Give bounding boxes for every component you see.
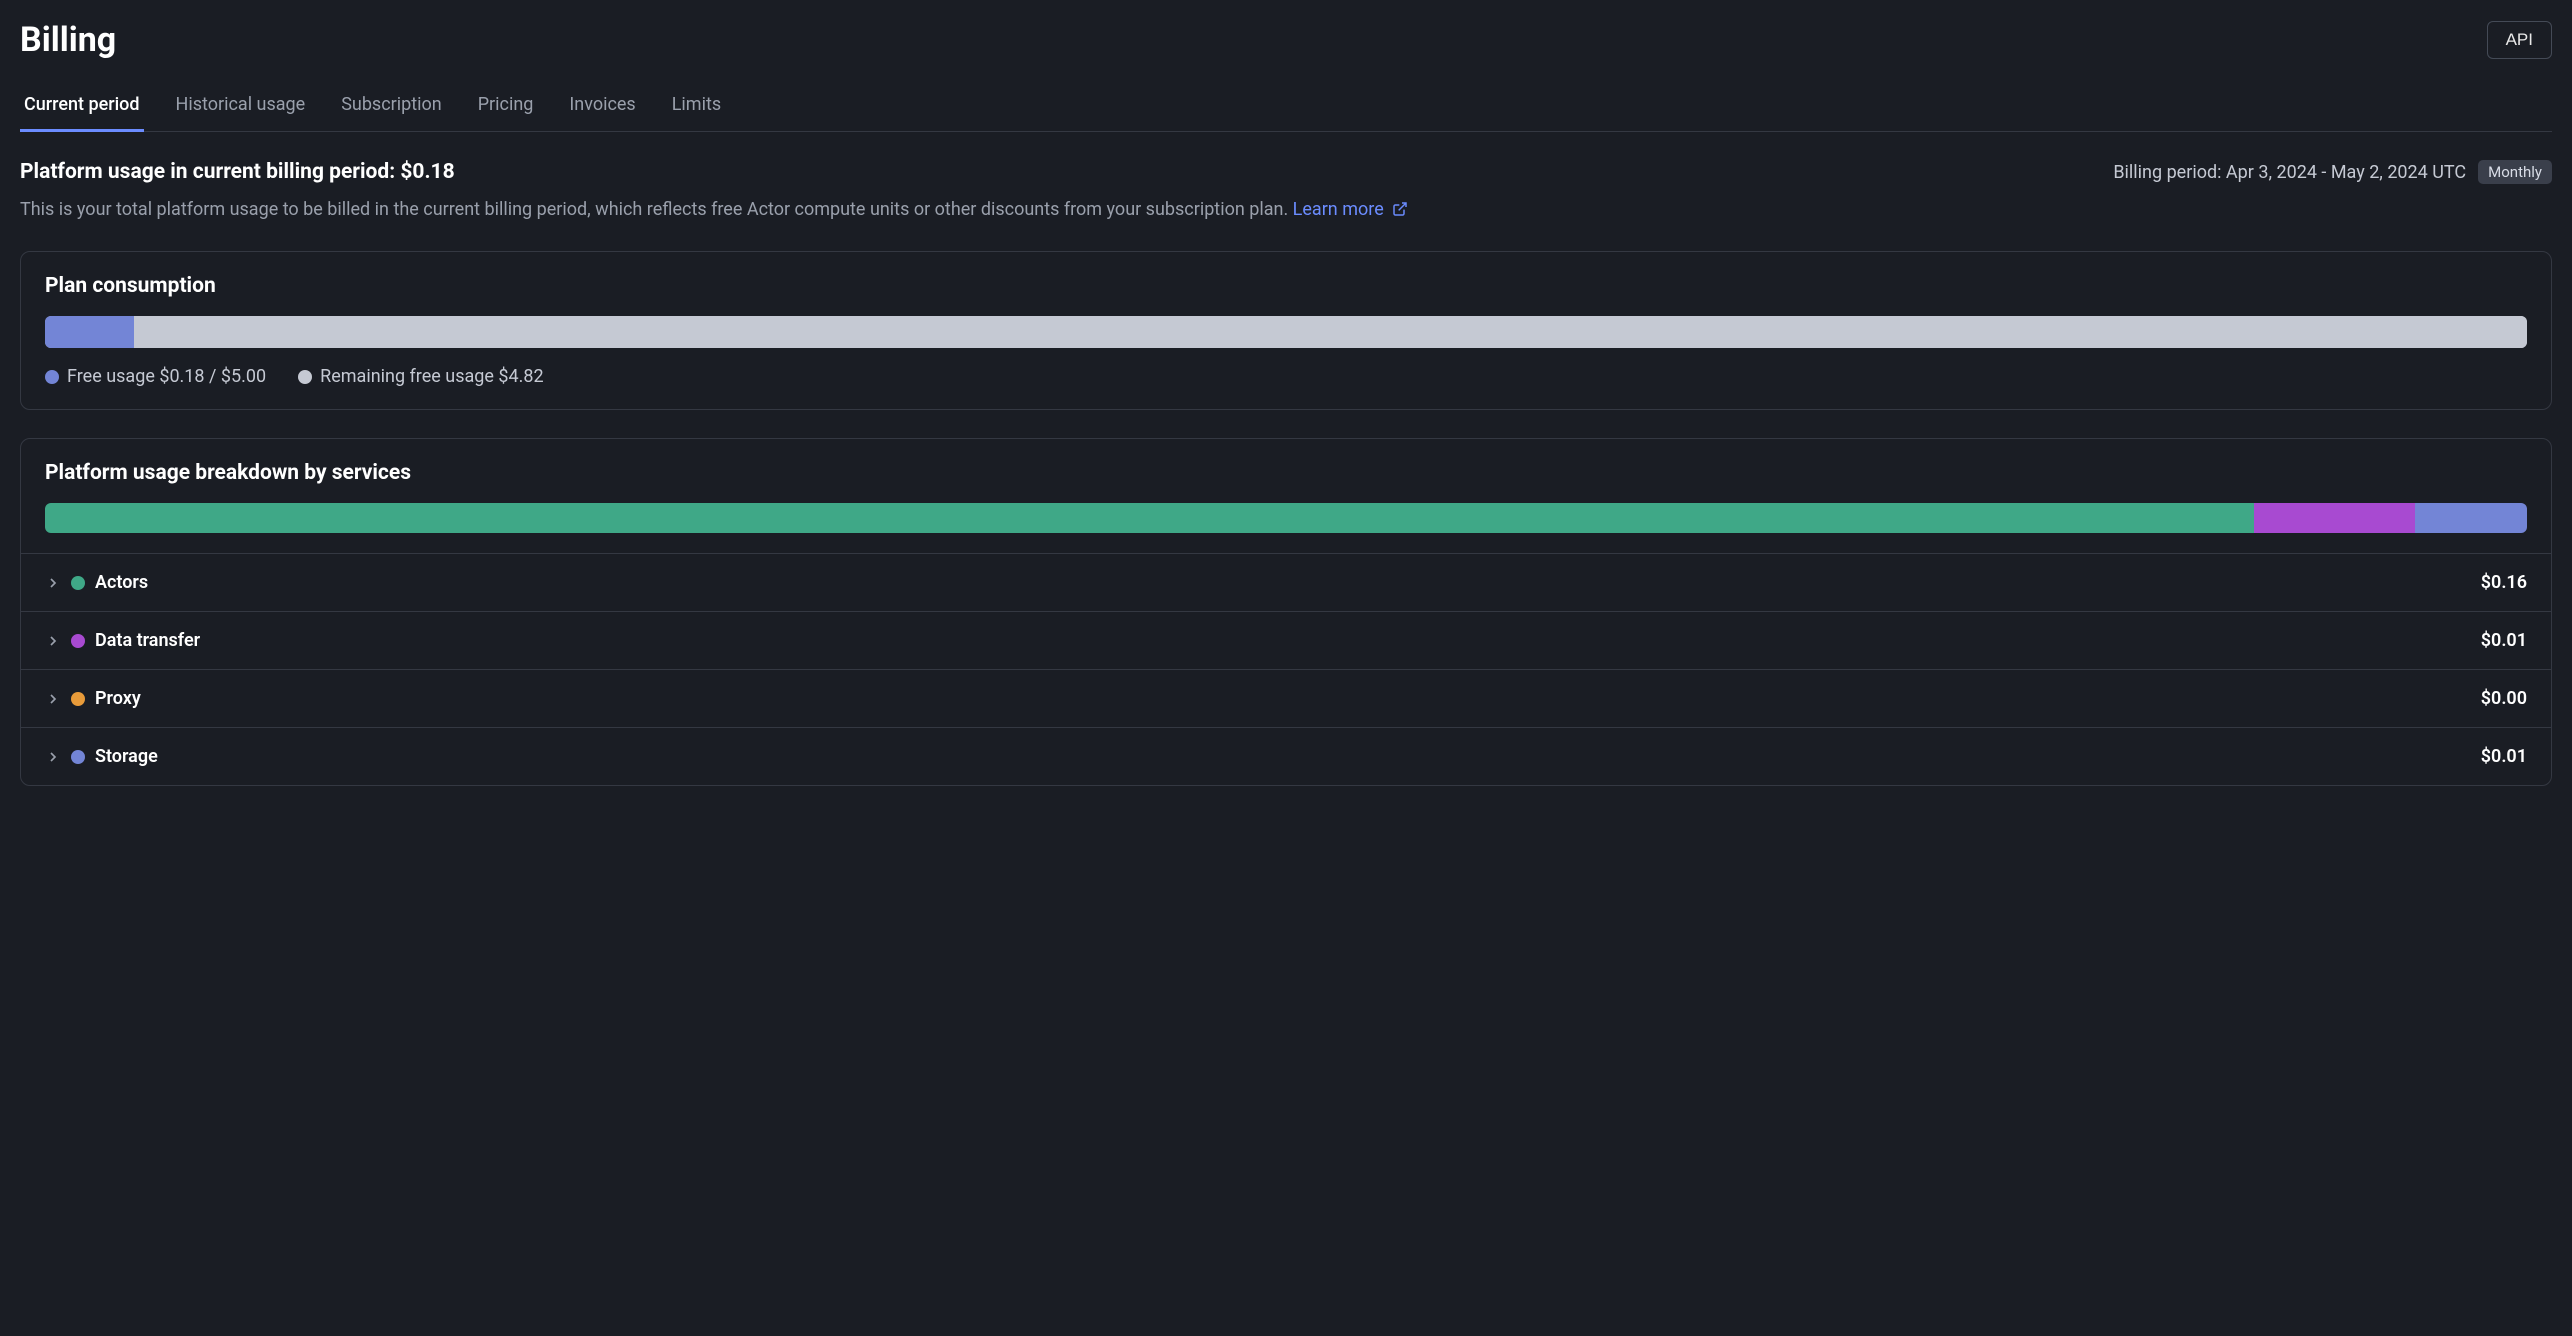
- tab-subscription[interactable]: Subscription: [337, 84, 446, 132]
- service-name: Actors: [95, 572, 148, 593]
- chevron-right-icon: [45, 691, 61, 707]
- tab-invoices[interactable]: Invoices: [565, 84, 639, 132]
- breakdown-segment-storage: [2415, 503, 2527, 533]
- breakdown-row-actors[interactable]: Actors $0.16: [21, 554, 2551, 612]
- breakdown-title: Platform usage breakdown by services: [45, 461, 2527, 485]
- page-header: Billing API: [20, 20, 2552, 60]
- breakdown-row-proxy[interactable]: Proxy $0.00: [21, 670, 2551, 728]
- breakdown-bar: [45, 503, 2527, 533]
- service-name: Data transfer: [95, 630, 200, 651]
- tab-historical-usage[interactable]: Historical usage: [172, 84, 310, 132]
- service-color-dot: [71, 692, 85, 706]
- chevron-right-icon: [45, 633, 61, 649]
- breakdown-row-left: Actors: [45, 572, 148, 593]
- service-color-dot: [71, 634, 85, 648]
- legend-dot-used: [45, 370, 59, 384]
- breakdown-row-data-transfer[interactable]: Data transfer $0.01: [21, 612, 2551, 670]
- plan-bar-remaining-segment: [134, 316, 2527, 348]
- billing-period-text: Billing period: Apr 3, 2024 - May 2, 202…: [2113, 162, 2466, 183]
- plan-consumption-title: Plan consumption: [45, 274, 2527, 298]
- breakdown-row-left: Proxy: [45, 688, 141, 709]
- breakdown-segment-data-transfer: [2254, 503, 2415, 533]
- learn-more-link[interactable]: Learn more: [1293, 199, 1409, 220]
- breakdown-row-left: Data transfer: [45, 630, 200, 651]
- service-name: Storage: [95, 746, 158, 767]
- billing-period-info: Billing period: Apr 3, 2024 - May 2, 202…: [2113, 160, 2552, 184]
- tab-pricing[interactable]: Pricing: [474, 84, 538, 132]
- breakdown-list: Actors $0.16 Data transfer $0.01 Proxy $0.00 S…: [21, 553, 2551, 785]
- service-value: $0.16: [2481, 572, 2527, 593]
- plan-bar-used-segment: [45, 316, 134, 348]
- usage-summary-title: Platform usage in current billing period…: [20, 160, 455, 184]
- service-value: $0.01: [2481, 746, 2527, 767]
- legend-used-label: Free usage $0.18 / $5.00: [67, 366, 266, 387]
- breakdown-row-left: Storage: [45, 746, 158, 767]
- breakdown-row-storage[interactable]: Storage $0.01: [21, 728, 2551, 785]
- plan-consumption-bar: [45, 316, 2527, 348]
- legend-dot-remaining: [298, 370, 312, 384]
- service-color-dot: [71, 750, 85, 764]
- api-button[interactable]: API: [2487, 21, 2552, 59]
- legend-remaining-label: Remaining free usage $4.82: [320, 366, 544, 387]
- breakdown-segment-actors: [45, 503, 2254, 533]
- service-color-dot: [71, 576, 85, 590]
- service-name: Proxy: [95, 688, 141, 709]
- service-value: $0.01: [2481, 630, 2527, 651]
- plan-legend: Free usage $0.18 / $5.00 Remaining free …: [45, 366, 2527, 387]
- page-title: Billing: [20, 20, 116, 60]
- service-value: $0.00: [2481, 688, 2527, 709]
- usage-description: This is your total platform usage to be …: [20, 196, 2552, 223]
- billing-cycle-badge: Monthly: [2478, 160, 2552, 184]
- tab-limits[interactable]: Limits: [668, 84, 725, 132]
- summary-row: Platform usage in current billing period…: [20, 160, 2552, 184]
- chevron-right-icon: [45, 575, 61, 591]
- chevron-right-icon: [45, 749, 61, 765]
- breakdown-card: Platform usage breakdown by services Act…: [20, 438, 2552, 786]
- external-link-icon: [1392, 201, 1408, 217]
- billing-tabs: Current period Historical usage Subscripti…: [20, 84, 2552, 132]
- tab-current-period[interactable]: Current period: [20, 84, 144, 132]
- legend-free-usage: Free usage $0.18 / $5.00: [45, 366, 266, 387]
- description-text: This is your total platform usage to be …: [20, 199, 1293, 220]
- learn-more-label: Learn more: [1293, 199, 1384, 220]
- plan-consumption-card: Plan consumption Free usage $0.18 / $5.0…: [20, 251, 2552, 410]
- legend-remaining: Remaining free usage $4.82: [298, 366, 544, 387]
